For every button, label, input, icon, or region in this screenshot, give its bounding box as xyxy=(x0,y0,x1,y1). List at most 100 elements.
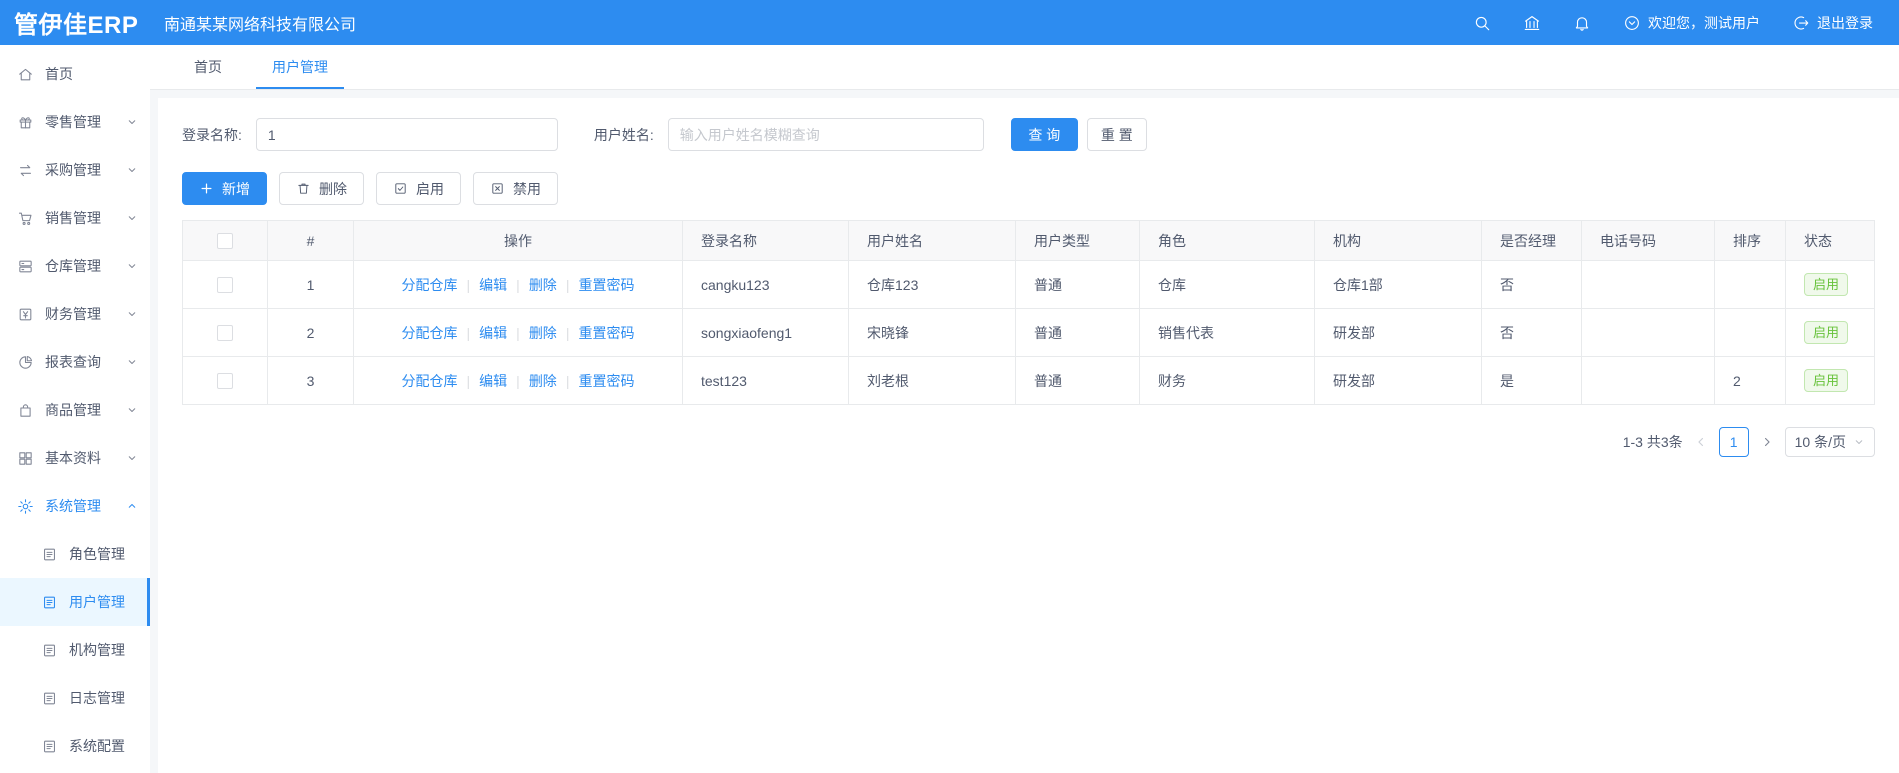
column-header: 是否经理 xyxy=(1481,220,1582,261)
reset-password-link[interactable]: 重置密码 xyxy=(578,277,634,293)
tab-home[interactable]: 首页 xyxy=(176,45,240,89)
delete-link[interactable]: 删除 xyxy=(529,373,557,389)
doc-icon xyxy=(41,546,58,563)
prev-page-button[interactable] xyxy=(1694,435,1708,449)
op-separator: | xyxy=(565,276,570,293)
op-separator: | xyxy=(516,324,520,341)
row-checkbox[interactable] xyxy=(217,276,233,293)
user-menu[interactable]: 欢迎您，测试用户 xyxy=(1623,13,1760,33)
sidebar-item-config[interactable]: 系统配置 xyxy=(0,722,150,770)
delete-button[interactable]: 删除 xyxy=(279,172,364,205)
assign-warehouse-link[interactable]: 分配仓库 xyxy=(402,325,458,341)
reset-password-link[interactable]: 重置密码 xyxy=(578,325,634,341)
page-number-button[interactable]: 1 xyxy=(1718,427,1749,457)
pagination: 1-3 共3条 1 10 条/页 xyxy=(182,427,1875,457)
sidebar-item-goods[interactable]: 商品管理 xyxy=(0,386,150,434)
cell-login: songxiaofeng1 xyxy=(682,308,849,357)
edit-link[interactable]: 编辑 xyxy=(479,277,507,293)
enable-button[interactable]: 启用 xyxy=(376,172,461,205)
check-square-icon xyxy=(393,181,408,196)
sidebar-item-purchase[interactable]: 采购管理 xyxy=(0,146,150,194)
user-table: # 操作 登录名称 用户姓名 用户类型 角色 机构 是否经理 电话号码 排序 状态 1 分配仓库 | 编辑… xyxy=(182,220,1875,405)
status-badge[interactable]: 启用 xyxy=(1804,320,1849,345)
retail-icon xyxy=(17,114,34,131)
logout-icon xyxy=(1792,14,1810,32)
login-name-input[interactable] xyxy=(255,118,558,151)
cell-sort: 2 xyxy=(1714,356,1786,405)
search-icon[interactable] xyxy=(1473,14,1491,32)
basedata-icon xyxy=(17,450,34,467)
home-icon xyxy=(17,66,34,83)
user-name-input[interactable] xyxy=(667,118,984,151)
next-page-button[interactable] xyxy=(1760,435,1774,449)
sidebar-item-user[interactable]: 用户管理 xyxy=(0,578,150,626)
op-separator: | xyxy=(466,372,471,389)
logout-button[interactable]: 退出登录 xyxy=(1792,13,1873,33)
bell-icon[interactable] xyxy=(1573,14,1591,32)
sidebar-item-warehouse[interactable]: 仓库管理 xyxy=(0,242,150,290)
search-form: 登录名称: 用户姓名: 查 询 重 置 xyxy=(182,118,1875,151)
edit-link[interactable]: 编辑 xyxy=(479,325,507,341)
cell-sort xyxy=(1714,260,1786,309)
query-button[interactable]: 查 询 xyxy=(1010,118,1078,151)
edit-link[interactable]: 编辑 xyxy=(479,373,507,389)
welcome-text: 欢迎您，测试用户 xyxy=(1648,14,1760,31)
chevron-down-icon xyxy=(126,212,138,224)
assign-warehouse-link[interactable]: 分配仓库 xyxy=(402,373,458,389)
disable-button[interactable]: 禁用 xyxy=(473,172,558,205)
x-square-icon xyxy=(490,181,505,196)
delete-link[interactable]: 删除 xyxy=(529,277,557,293)
row-checkbox[interactable] xyxy=(217,324,233,341)
cell-phone xyxy=(1581,260,1715,309)
assign-warehouse-link[interactable]: 分配仓库 xyxy=(402,277,458,293)
purchase-icon xyxy=(17,162,34,179)
sidebar-item-home[interactable]: 首页 xyxy=(0,50,150,98)
page-size-value: 10 条/页 xyxy=(1794,434,1846,450)
select-all-checkbox[interactable] xyxy=(217,232,233,249)
status-badge[interactable]: 启用 xyxy=(1804,272,1849,297)
chevron-down-icon xyxy=(126,452,138,464)
row-actions: 分配仓库 | 编辑 | 删除 | 重置密码 xyxy=(353,308,683,357)
top-bar: 管伊佳ERP 南通某某网络科技有限公司 欢迎您，测试用户 退出登录 xyxy=(0,0,1899,45)
sidebar-item-finance[interactable]: 财务管理 xyxy=(0,290,150,338)
trash-icon xyxy=(296,181,311,196)
chevron-down-icon xyxy=(126,404,138,416)
total-count: 1-3 共3条 xyxy=(1622,434,1683,450)
delete-link[interactable]: 删除 xyxy=(529,325,557,341)
sidebar-item-label: 用户管理 xyxy=(69,594,125,610)
cell-name: 刘老根 xyxy=(848,356,1016,405)
cell-manager: 是 xyxy=(1481,356,1582,405)
table-header-row: # 操作 登录名称 用户姓名 用户类型 角色 机构 是否经理 电话号码 排序 状态 xyxy=(182,220,1875,261)
sidebar-item-sales[interactable]: 销售管理 xyxy=(0,194,150,242)
sidebar-item-label: 零售管理 xyxy=(45,114,101,130)
user-name-label: 用户姓名: xyxy=(593,126,654,143)
reset-password-link[interactable]: 重置密码 xyxy=(578,373,634,389)
sidebar-item-basedata[interactable]: 基本资料 xyxy=(0,434,150,482)
sidebar-item-role[interactable]: 角色管理 xyxy=(0,530,150,578)
chevron-down-icon xyxy=(126,260,138,272)
topbar-actions: 欢迎您，测试用户 退出登录 xyxy=(1473,13,1899,33)
sidebar-item-org[interactable]: 机构管理 xyxy=(0,626,150,674)
cell-org: 仓库1部 xyxy=(1314,260,1482,309)
cell-manager: 否 xyxy=(1481,260,1582,309)
reset-button[interactable]: 重 置 xyxy=(1086,118,1147,151)
table-row: 3 分配仓库 | 编辑 | 删除 | 重置密码 test123 刘老根 普通 财务 研发部是 2 启用 xyxy=(182,356,1875,405)
sidebar-item-system[interactable]: 系统管理 xyxy=(0,482,150,530)
doc-icon xyxy=(41,642,58,659)
table-row: 1 分配仓库 | 编辑 | 删除 | 重置密码 cangku123 仓库123 普通 仓库 仓库1部否 启… xyxy=(182,260,1875,309)
sidebar-item-log[interactable]: 日志管理 xyxy=(0,674,150,722)
row-checkbox[interactable] xyxy=(217,372,233,389)
sidebar-item-retail[interactable]: 零售管理 xyxy=(0,98,150,146)
op-separator: | xyxy=(516,276,520,293)
tab-user-management[interactable]: 用户管理 xyxy=(254,45,346,89)
add-button[interactable]: 新增 xyxy=(182,172,267,205)
page-size-select[interactable]: 10 条/页 xyxy=(1784,427,1875,457)
app-logo: 管伊佳ERP xyxy=(14,12,139,39)
bank-icon[interactable] xyxy=(1523,14,1541,32)
company-name: 南通某某网络科技有限公司 xyxy=(164,16,357,34)
sidebar-item-report[interactable]: 报表查询 xyxy=(0,338,150,386)
sidebar-item-label: 基本资料 xyxy=(45,450,101,466)
cell-type: 普通 xyxy=(1015,356,1140,405)
cell-role: 仓库 xyxy=(1139,260,1315,309)
status-badge[interactable]: 启用 xyxy=(1804,368,1849,393)
